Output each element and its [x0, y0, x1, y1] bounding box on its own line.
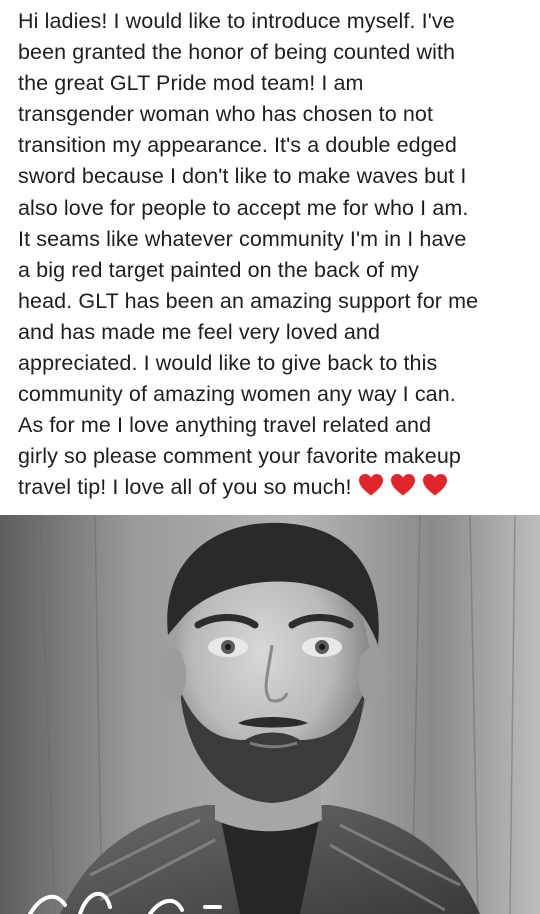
post-text-line: also love for people to accept me for wh…: [18, 195, 469, 220]
portrait-photo[interactable]: [0, 515, 540, 914]
post-text-line: transgender woman who has chosen to not: [18, 102, 434, 127]
portrait-photo-image: [0, 515, 540, 914]
post-text-line: head. GLT has been an amazing support fo…: [18, 288, 479, 313]
red-heart-icon: [390, 474, 415, 496]
red-heart-icon: [358, 474, 383, 496]
post-text-line: and has made me feel very loved and: [18, 319, 381, 344]
heart-emoji-group: [358, 473, 448, 497]
post-text-line: travel tip! I love all of you so much!: [18, 475, 352, 500]
red-heart-icon: [422, 474, 447, 496]
post-text-line: the great GLT Pride mod team! I am: [18, 71, 364, 96]
post-text-line: been granted the honor of being counted …: [18, 40, 456, 65]
post-text-line: Hi ladies! I would like to introduce mys…: [18, 9, 455, 33]
post-body-text: Hi ladies! I would like to introduce mys…: [18, 6, 530, 504]
post-text-line: transition my appearance. It's a double …: [18, 133, 457, 158]
post-text-line: sword because I don't like to make waves…: [18, 164, 467, 189]
post-text-line: appreciated. I would like to give back t…: [18, 351, 438, 376]
post-text-line: girly so please comment your favorite ma…: [18, 444, 461, 469]
post-text-last-line: travel tip! I love all of you so much!: [18, 472, 530, 503]
post-text-line: As for me I love anything travel related…: [18, 413, 432, 438]
post-card: Hi ladies! I would like to introduce mys…: [0, 0, 540, 914]
post-text-line: community of amazing women any way I can…: [18, 382, 456, 407]
post-text-line: a big red target painted on the back of …: [18, 257, 420, 282]
post-text-line: It seams like whatever community I'm in …: [18, 226, 467, 251]
